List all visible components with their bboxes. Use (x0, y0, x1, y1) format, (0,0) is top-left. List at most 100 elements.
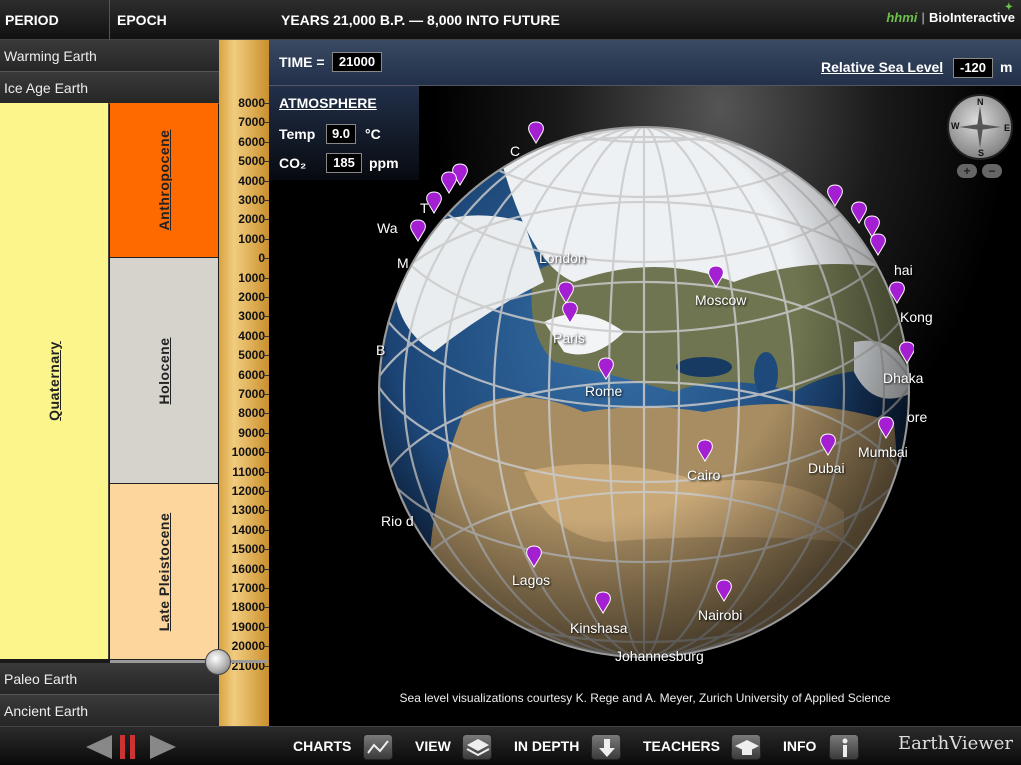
ruler-tick: 16000 (219, 562, 269, 576)
compass[interactable]: N S E W (947, 94, 1013, 160)
ruler-tick: 6000 (219, 368, 269, 382)
top-bar: PERIOD EPOCH YEARS 21,000 B.P. — 8,000 I… (0, 0, 1021, 40)
ruler-tick: 13000 (219, 503, 269, 517)
globe-viewport[interactable]: TIME = 21000 Relative Sea Level -120 m A… (269, 40, 1021, 726)
rewind-icon[interactable] (86, 735, 112, 759)
city-paris[interactable]: Paris (553, 330, 585, 346)
info-button[interactable]: INFO (783, 727, 816, 765)
ruler-tick: 8000 (219, 406, 269, 420)
nav-ice-age-earth[interactable]: Ice Age Earth (0, 72, 219, 104)
ruler-tick: 3000 (219, 193, 269, 207)
city-kinshasa[interactable]: Kinshasa (570, 620, 628, 636)
view-button[interactable]: VIEW (415, 727, 451, 765)
city-london[interactable]: London (539, 250, 586, 266)
ruler-tick: 17000 (219, 581, 269, 595)
city-singapore[interactable]: ore (907, 409, 927, 425)
epoch-holocene[interactable]: Holocene (110, 258, 218, 484)
globe[interactable] (374, 112, 914, 672)
city-johannesburg[interactable]: Johannesburg (615, 648, 704, 664)
ruler-tick: 1000 (219, 232, 269, 246)
ruler-tick: 2000 (219, 290, 269, 304)
period-label: Quaternary (46, 341, 62, 421)
city-b[interactable]: B (376, 342, 385, 358)
ruler-tick: 11000 (219, 465, 269, 479)
charts-icon[interactable] (363, 734, 393, 760)
epoch-label: Late Pleistocene (156, 512, 172, 631)
city-t[interactable]: T (420, 200, 429, 216)
epoch-late-pleistocene[interactable]: Late Pleistocene (110, 484, 218, 660)
biointeractive-logo: BioInteractive (929, 10, 1015, 25)
ruler-tick: 18000 (219, 600, 269, 614)
info-panel: TIME = 21000 Relative Sea Level -120 m (269, 40, 1021, 86)
period-header: PERIOD (5, 12, 59, 28)
time-value: 21000 (332, 52, 382, 72)
temp-value: 9.0 (326, 124, 356, 144)
bottom-toolbar: CHARTS VIEW IN DEPTH TEACHERS INFO Earth… (0, 726, 1021, 765)
time-ruler[interactable]: 8000 7000 6000 5000 4000 3000 2000 1000 0 1000 200… (219, 40, 269, 726)
sea-level-value: -120 (953, 58, 993, 78)
city-dhaka[interactable]: Dhaka (883, 370, 923, 386)
layers-icon[interactable] (462, 734, 492, 760)
period-quaternary[interactable]: Quaternary (0, 103, 109, 659)
mortarboard-icon[interactable] (731, 734, 761, 760)
leaf-icon: ✦ (1004, 2, 1013, 13)
city-m[interactable]: M (397, 255, 409, 271)
time-label: TIME = (279, 54, 325, 70)
epoch-anthropocene[interactable]: Anthropocene (110, 103, 218, 258)
time-slider-knob[interactable] (205, 649, 231, 675)
city-rome[interactable]: Rome (585, 383, 622, 399)
ruler-tick: 8000 (219, 96, 269, 110)
ruler-tick: 14000 (219, 523, 269, 537)
ruler-tick: 7000 (219, 387, 269, 401)
brand-separator: | (921, 10, 926, 25)
marker-layer (410, 121, 914, 614)
temp-label: Temp (279, 126, 316, 142)
sea-level-unit: m (1000, 59, 1013, 75)
zoom-in-button[interactable]: + (957, 164, 977, 178)
playback-controls (86, 735, 176, 759)
city-dubai[interactable]: Dubai (808, 460, 845, 476)
city-hong-kong[interactable]: Kong (900, 309, 933, 325)
epoch-header: EPOCH (117, 12, 167, 28)
city-rio[interactable]: Rio d (381, 513, 414, 529)
city-shanghai[interactable]: hai (894, 262, 913, 278)
ruler-tick: 5000 (219, 154, 269, 168)
nav-ancient-earth[interactable]: Ancient Earth (0, 695, 219, 727)
time-slider-track[interactable] (110, 660, 268, 663)
forward-icon[interactable] (150, 735, 176, 759)
city-mumbai[interactable]: Mumbai (858, 444, 908, 460)
epoch-label: Holocene (156, 336, 172, 405)
header-divider (109, 0, 110, 40)
teachers-button[interactable]: TEACHERS (643, 727, 720, 765)
co2-value: 185 (326, 153, 362, 173)
city-cairo[interactable]: Cairo (687, 467, 720, 483)
city-lagos[interactable]: Lagos (512, 572, 550, 588)
years-range-title: YEARS 21,000 B.P. — 8,000 INTO FUTURE (281, 12, 560, 28)
epoch-label: Anthropocene (156, 129, 172, 231)
city-c[interactable]: C (510, 143, 520, 159)
charts-button[interactable]: CHARTS (293, 727, 351, 765)
city-moscow[interactable]: Moscow (695, 292, 746, 308)
city-wa[interactable]: Wa (377, 220, 397, 236)
brand-logo[interactable]: hhmi | BioInteractive ✦ (886, 2, 1015, 25)
atmosphere-title[interactable]: ATMOSPHERE (279, 95, 377, 111)
info-icon[interactable] (829, 734, 859, 760)
sea-level-label[interactable]: Relative Sea Level (821, 59, 943, 75)
in-depth-button[interactable]: IN DEPTH (514, 727, 579, 765)
city-nairobi[interactable]: Nairobi (698, 607, 742, 623)
ruler-tick: 9000 (219, 426, 269, 440)
zoom-out-button[interactable]: − (982, 164, 1002, 178)
ruler-tick: 1000 (219, 271, 269, 285)
co2-label: CO₂ (279, 155, 307, 171)
ruler-tick: 12000 (219, 484, 269, 498)
ruler-tick: 4000 (219, 174, 269, 188)
timeline-sidebar: Warming Earth Ice Age Earth Quaternary A… (0, 40, 219, 727)
ruler-tick: 3000 (219, 309, 269, 323)
app-name: EarthViewer (897, 733, 1013, 754)
credit-text: Sea level visualizations courtesy K. Reg… (399, 691, 891, 705)
nav-warming-earth[interactable]: Warming Earth (0, 40, 219, 72)
ruler-tick: 10000 (219, 445, 269, 459)
down-arrow-icon[interactable] (591, 734, 621, 760)
ruler-tick: 4000 (219, 329, 269, 343)
nav-paleo-earth[interactable]: Paleo Earth (0, 663, 219, 695)
